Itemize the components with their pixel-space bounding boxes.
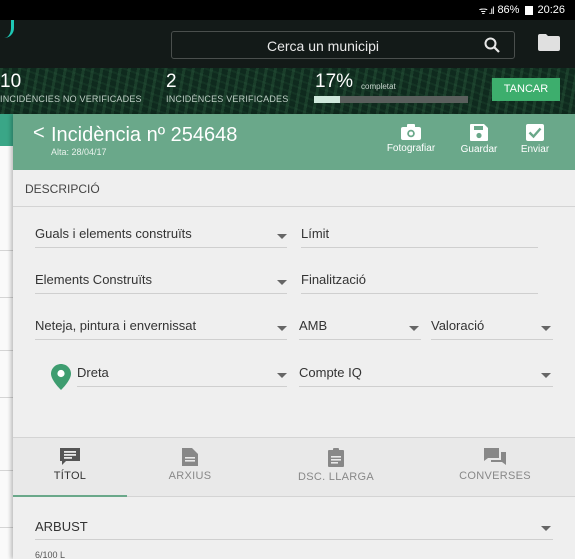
tab-conversations[interactable]: CONVERSES (447, 448, 543, 482)
chevron-down-icon (277, 232, 287, 242)
photograph-button[interactable]: Fotografiar (379, 124, 443, 154)
wifi-signal-icon: ᯤ .ıl (478, 6, 495, 17)
progress-fill (314, 96, 341, 103)
status-bar: ᯤ .ıl 86% 20:26 (0, 0, 575, 20)
active-tab-indicator (13, 495, 127, 497)
verified-count: 2 (166, 71, 177, 92)
limit-label: Límit (301, 226, 330, 241)
battery-icon (525, 5, 534, 15)
amb-value: AMB (299, 318, 328, 333)
unverified-label: INCIDÈNCIES NO VERIFICADES (0, 94, 142, 104)
top-app-bar: Cerca un municipi (0, 20, 575, 68)
send-label: Enviar (520, 144, 550, 155)
side-select[interactable]: Dreta (77, 361, 287, 387)
chat-icon (484, 448, 506, 465)
side-value: Dreta (77, 365, 109, 380)
incident-header: < Incidència nº 254648 Alta: 28/04/17 Fo… (13, 114, 575, 170)
tab-long-description[interactable]: DSC. LLARGA (283, 448, 389, 483)
rating-select[interactable]: Valoració (431, 314, 553, 340)
tab-files[interactable]: ARXIUS (153, 448, 227, 482)
save-label: Guardar (460, 144, 498, 155)
clipboard-icon (328, 448, 344, 467)
photograph-label: Fotografiar (386, 143, 436, 154)
amb-select[interactable]: AMB (299, 314, 421, 340)
map-pin-icon (51, 364, 71, 390)
battery-level: 86% (497, 4, 520, 16)
progress-stats-band: 10 INCIDÈNCIES NO VERIFICADES 2 INCIDÈNC… (0, 68, 575, 114)
search-placeholder: Cerca un municipi (266, 38, 380, 54)
subcategory-select[interactable]: Elements Construïts (35, 268, 287, 294)
section-title: DESCRIPCIÓ (25, 182, 100, 196)
message-icon (60, 448, 80, 465)
camera-icon (401, 124, 421, 140)
iq-account-value: Compte IQ (299, 365, 362, 380)
completion-label: completat (361, 82, 396, 91)
search-icon[interactable] (484, 37, 500, 53)
app-screen: ᯤ .ıl 86% 20:26 Cerca un municipi 10 INC… (0, 0, 575, 559)
chevron-down-icon (277, 278, 287, 288)
unverified-count: 10 (0, 71, 22, 92)
back-button[interactable]: < (33, 122, 45, 145)
chevron-down-icon (541, 524, 551, 534)
chevron-down-icon (541, 371, 551, 381)
tab-long-description-label: DSC. LLARGA (297, 471, 375, 483)
title-select[interactable]: ARBUST (35, 514, 553, 540)
incident-panel: < Incidència nº 254648 Alta: 28/04/17 Fo… (13, 114, 575, 559)
tab-files-label: ARXIUS (168, 470, 212, 482)
folder-icon[interactable] (538, 34, 560, 51)
subcategory-value: Elements Construïts (35, 272, 153, 287)
clock: 20:26 (537, 4, 565, 16)
search-input[interactable]: Cerca un municipi (171, 31, 515, 59)
task-value: Neteja, pintura i envernissat (35, 318, 197, 333)
section-header: DESCRIPCIÓ (13, 170, 575, 207)
completion-progress-bar (314, 96, 468, 103)
verified-label: INCIDÈNCES VERIFICADES (166, 94, 289, 104)
rating-value: Valoració (431, 318, 485, 333)
chevron-down-icon (277, 324, 287, 334)
file-icon (182, 448, 198, 466)
completion-field-label: Finalització (301, 272, 367, 287)
send-button[interactable]: Enviar (513, 124, 557, 155)
check-icon (526, 124, 544, 141)
save-icon (470, 124, 488, 141)
incident-title: Incidència nº 254648 (51, 124, 238, 146)
completion-field[interactable]: Finalització (301, 268, 538, 294)
title-value: ARBUST (35, 519, 88, 534)
tab-bar: TÍTOL ARXIUS DSC. LLARGA CONVERSES (13, 437, 575, 497)
tab-conversations-label: CONVERSES (459, 470, 531, 482)
tab-title[interactable]: TÍTOL (35, 448, 105, 482)
tab-title-label: TÍTOL (53, 470, 87, 482)
completion-percent: 17% (315, 71, 354, 92)
close-button[interactable]: TANCAR (492, 78, 560, 101)
menu-edge-indicator (0, 20, 14, 38)
character-counter: 6/100 L (35, 550, 66, 559)
iq-account-select[interactable]: Compte IQ (299, 361, 553, 387)
chevron-down-icon (277, 371, 287, 381)
incident-date: Alta: 28/04/17 (51, 147, 107, 157)
task-select[interactable]: Neteja, pintura i envernissat (35, 314, 287, 340)
chevron-down-icon (541, 324, 551, 334)
background-list-panel (0, 114, 14, 559)
category-select[interactable]: Guals i elements construïts (35, 222, 287, 248)
save-button[interactable]: Guardar (453, 124, 505, 155)
category-value: Guals i elements construïts (35, 226, 192, 241)
chevron-down-icon (409, 324, 419, 334)
limit-field[interactable]: Límit (301, 222, 538, 248)
